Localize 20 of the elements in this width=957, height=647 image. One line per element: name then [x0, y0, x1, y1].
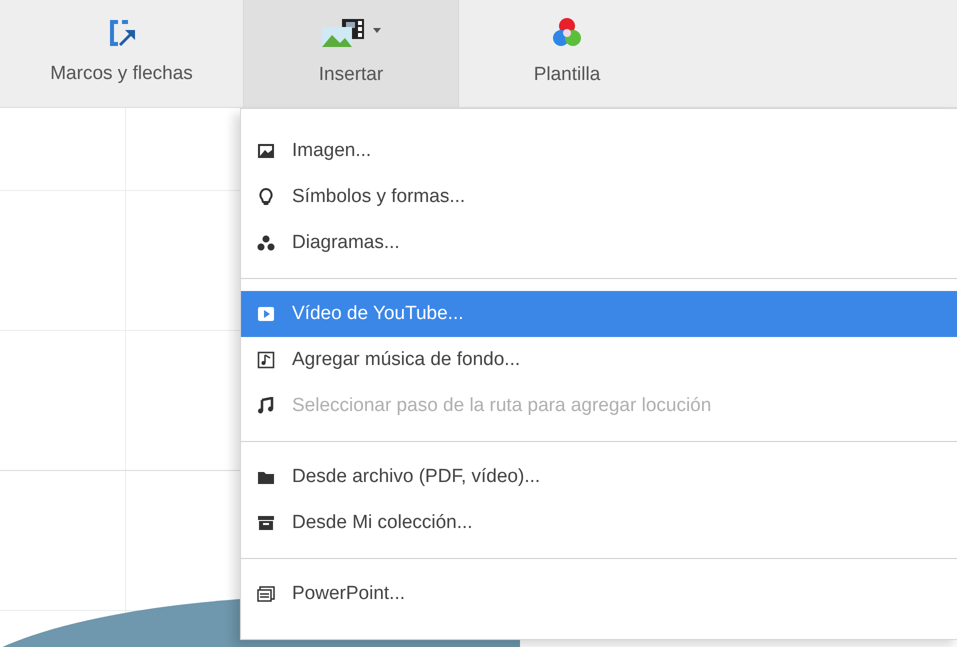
- diagram-icon: [257, 234, 275, 252]
- menu-item[interactable]: Diagramas...: [241, 220, 957, 266]
- menu-item[interactable]: Vídeo de YouTube...: [241, 291, 957, 337]
- toolbar-button[interactable]: Insertar: [243, 0, 459, 107]
- archive-box-icon: [257, 514, 275, 532]
- toolbar-button[interactable]: Plantilla: [459, 0, 675, 107]
- menu-item[interactable]: Agregar música de fondo...: [241, 337, 957, 383]
- toolbar-button[interactable]: Marcos y flechas: [0, 0, 243, 107]
- menu-item[interactable]: Imagen...: [241, 128, 957, 174]
- menu-item[interactable]: Desde archivo (PDF, vídeo)...: [241, 454, 957, 500]
- music-note-icon: [257, 397, 275, 415]
- menu-item[interactable]: PowerPoint...: [241, 571, 957, 617]
- image-film-icon: [320, 17, 382, 50]
- play-icon: [257, 305, 275, 323]
- menu-item[interactable]: Símbolos y formas...: [241, 174, 957, 220]
- image-icon: [257, 142, 275, 160]
- menu-item[interactable]: Desde Mi colección...: [241, 500, 957, 546]
- lightbulb-icon: [257, 188, 275, 206]
- music-file-icon: [257, 351, 275, 369]
- slides-icon: [257, 585, 275, 603]
